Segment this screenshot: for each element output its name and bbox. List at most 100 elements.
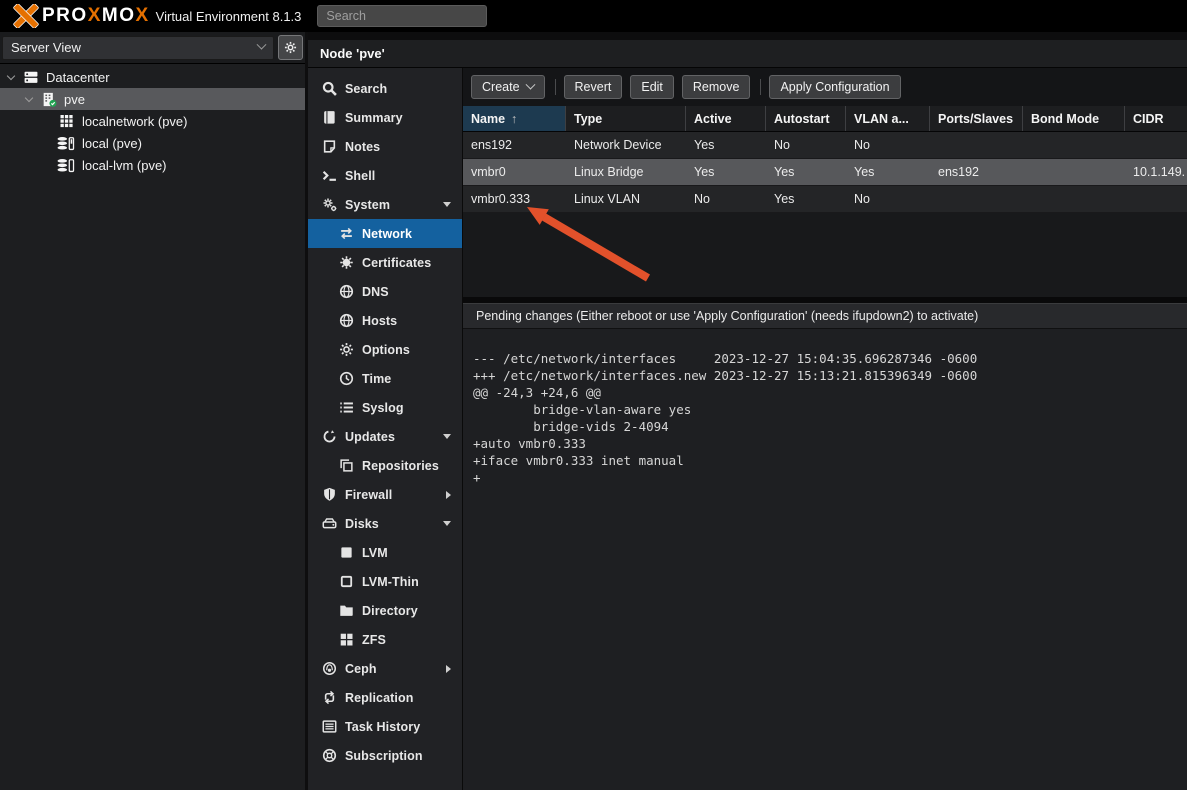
column-header-cidr[interactable]: CIDR: [1125, 106, 1187, 131]
caret-down-icon[interactable]: [7, 71, 15, 79]
nav-item-hosts[interactable]: Hosts: [308, 306, 462, 335]
nav-item-summary[interactable]: Summary: [308, 103, 462, 132]
page-title: Node 'pve': [320, 46, 385, 61]
clock-icon: [339, 371, 354, 386]
column-header-bond-mode[interactable]: Bond Mode: [1023, 106, 1125, 131]
nav-item-lvm-thin[interactable]: LVM-Thin: [308, 567, 462, 596]
search-input[interactable]: [317, 5, 487, 27]
ceph-icon: [322, 661, 337, 676]
toolbar: Create Revert Edit Remove Apply Configur…: [463, 68, 1187, 106]
nav-item-ceph[interactable]: Ceph: [308, 654, 462, 683]
nav-item-label: Hosts: [362, 314, 397, 328]
nav-item-network[interactable]: Network: [308, 219, 462, 248]
column-header-active[interactable]: Active: [686, 106, 766, 131]
nav-item-zfs[interactable]: ZFS: [308, 625, 462, 654]
nav-item-options[interactable]: Options: [308, 335, 462, 364]
caret-down-icon[interactable]: [25, 93, 33, 101]
nav-item-label: LVM-Thin: [362, 575, 419, 589]
table-row-vmbr0[interactable]: vmbr0 Linux Bridge Yes Yes Yes ens192 10…: [463, 159, 1187, 186]
note-icon: [322, 139, 337, 154]
list-icon: [339, 400, 354, 415]
nav-item-replication[interactable]: Replication: [308, 683, 462, 712]
tree-item-local-lvm[interactable]: local-lvm (pve): [0, 154, 305, 176]
globe-icon: [339, 313, 354, 328]
chevron-down-icon: [257, 40, 267, 50]
resource-tree-panel: Server View: [0, 32, 305, 790]
shield-icon: [322, 487, 337, 502]
remove-button[interactable]: Remove: [682, 75, 751, 99]
node-icon: [41, 92, 58, 107]
nav-item-system[interactable]: System: [308, 190, 462, 219]
table-row-ens192[interactable]: ens192 Network Device Yes No No: [463, 132, 1187, 159]
nav-item-certificates[interactable]: Certificates: [308, 248, 462, 277]
tree-item-label: Datacenter: [46, 70, 110, 85]
nav-item-lvm[interactable]: LVM: [308, 538, 462, 567]
view-selector-value: Server View: [11, 40, 81, 55]
hdd-icon: [322, 516, 337, 531]
folder-icon: [339, 603, 354, 618]
nav-item-task-history[interactable]: Task History: [308, 712, 462, 741]
proxmox-logo-icon: [12, 4, 40, 28]
nav-item-shell[interactable]: Shell: [308, 161, 462, 190]
column-header-name[interactable]: Name ↑: [463, 106, 566, 131]
tree-item-pve[interactable]: pve: [0, 88, 305, 110]
tree-item-label: local (pve): [82, 136, 142, 151]
column-header-vlan-aware[interactable]: VLAN a...: [846, 106, 930, 131]
globe-icon: [339, 284, 354, 299]
nav-item-label: Replication: [345, 691, 413, 705]
nav-item-label: Ceph: [345, 662, 377, 676]
book-icon: [322, 110, 337, 125]
nav-item-updates[interactable]: Updates: [308, 422, 462, 451]
storage-lvm-icon: [57, 158, 76, 173]
nav-item-repositories[interactable]: Repositories: [308, 451, 462, 480]
resource-tree: Datacenter pve: [0, 64, 305, 176]
square-outline-icon: [339, 574, 354, 589]
nav-item-syslog[interactable]: Syslog: [308, 393, 462, 422]
toolbar-separator: [760, 79, 761, 95]
apply-configuration-button[interactable]: Apply Configuration: [769, 75, 900, 99]
edit-button[interactable]: Edit: [630, 75, 674, 99]
view-selector-row: Server View: [0, 32, 305, 64]
grid-icon: [339, 632, 354, 647]
table-row-vmbr0-333[interactable]: vmbr0.333 Linux VLAN No Yes No: [463, 186, 1187, 213]
tree-item-datacenter[interactable]: Datacenter: [0, 66, 305, 88]
square-filled-icon: [339, 545, 354, 560]
nav-item-label: ZFS: [362, 633, 386, 647]
nav-item-time[interactable]: Time: [308, 364, 462, 393]
support-icon: [322, 748, 337, 763]
chevron-down-icon: [443, 521, 451, 526]
column-header-type[interactable]: Type: [566, 106, 686, 131]
pending-changes-diff: --- /etc/network/interfaces 2023-12-27 1…: [463, 329, 1187, 790]
create-button[interactable]: Create: [471, 75, 545, 99]
view-selector-combobox[interactable]: Server View: [2, 36, 274, 60]
network-panel: Create Revert Edit Remove Apply Configur…: [463, 68, 1187, 790]
version-subtitle: Virtual Environment 8.1.3: [156, 9, 302, 24]
nav-item-label: System: [345, 198, 390, 212]
tree-settings-button[interactable]: [278, 35, 303, 60]
nav-item-label: Notes: [345, 140, 380, 154]
nav-item-label: Directory: [362, 604, 418, 618]
tree-item-label: pve: [64, 92, 85, 107]
column-header-ports-slaves[interactable]: Ports/Slaves: [930, 106, 1023, 131]
nav-item-subscription[interactable]: Subscription: [308, 741, 462, 770]
nav-item-label: Shell: [345, 169, 375, 183]
nav-item-dns[interactable]: DNS: [308, 277, 462, 306]
nav-item-disks[interactable]: Disks: [308, 509, 462, 538]
brand-wordmark: PROXMOX: [42, 5, 150, 27]
nav-item-notes[interactable]: Notes: [308, 132, 462, 161]
nav-item-label: LVM: [362, 546, 388, 560]
nav-item-label: Updates: [345, 430, 395, 444]
nav-item-directory[interactable]: Directory: [308, 596, 462, 625]
revert-button[interactable]: Revert: [564, 75, 623, 99]
nav-item-firewall[interactable]: Firewall: [308, 480, 462, 509]
tree-item-localnetwork[interactable]: localnetwork (pve): [0, 110, 305, 132]
chevron-right-icon: [446, 491, 451, 499]
copy-icon: [339, 458, 354, 473]
nav-item-label: Time: [362, 372, 391, 386]
tree-item-local[interactable]: local (pve): [0, 132, 305, 154]
top-gap: [308, 32, 1187, 40]
column-header-autostart[interactable]: Autostart: [766, 106, 846, 131]
search-icon: [322, 81, 337, 96]
nav-item-search[interactable]: Search: [308, 74, 462, 103]
pending-changes-header: Pending changes (Either reboot or use 'A…: [463, 303, 1187, 329]
